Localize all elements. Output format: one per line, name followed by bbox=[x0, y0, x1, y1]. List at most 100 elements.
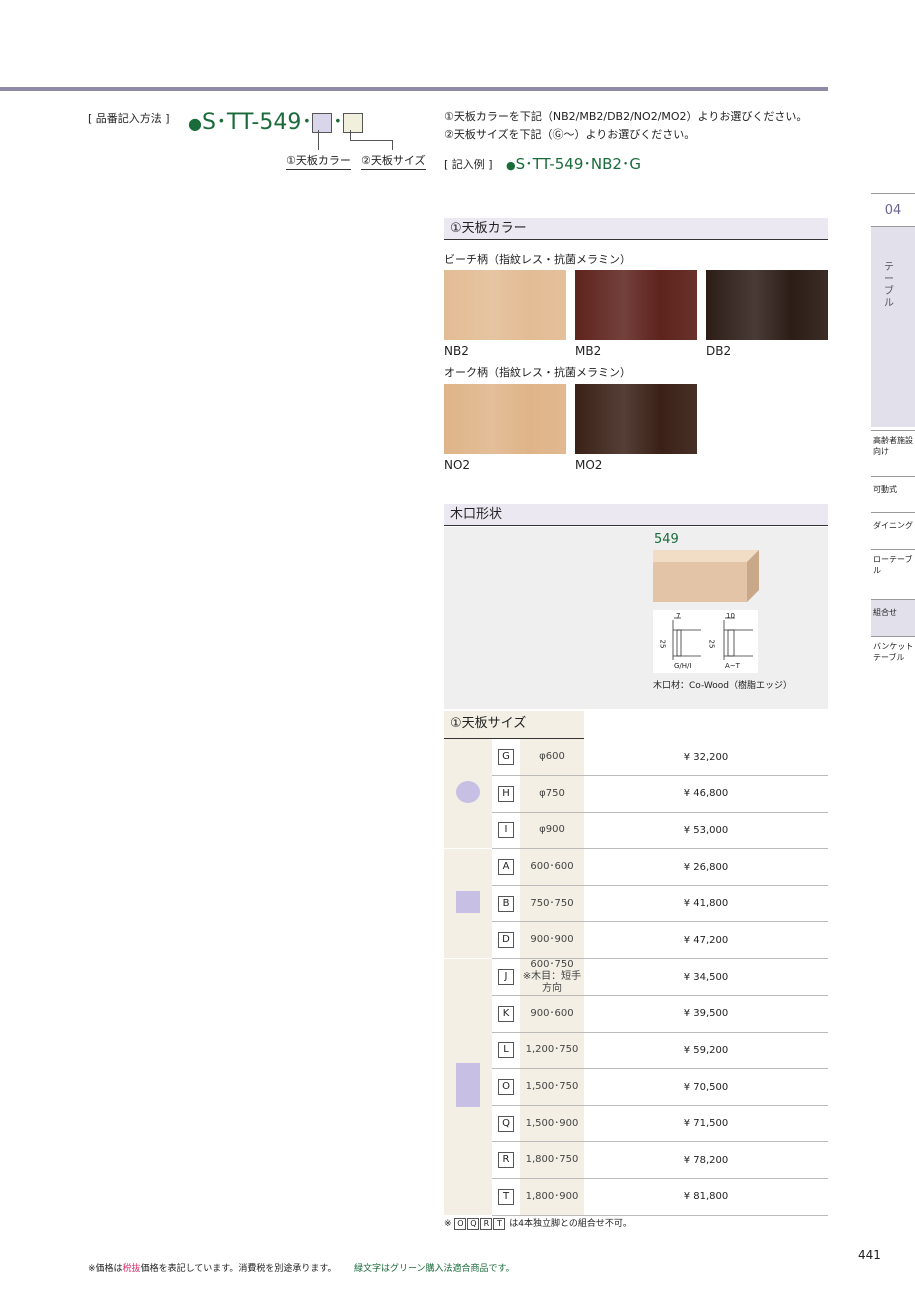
size-price: ¥ 71,500 bbox=[584, 1105, 828, 1143]
tax-note-highlight: 税抜 bbox=[122, 1264, 141, 1274]
size-code-cell: J bbox=[492, 958, 520, 997]
size-price: ¥ 47,200 bbox=[584, 921, 828, 960]
size-dim: 600･600 bbox=[530, 861, 574, 873]
size-dim-cell: φ900 bbox=[520, 812, 584, 850]
callout-line-color bbox=[318, 130, 319, 150]
footnote-codes: OQRT bbox=[454, 1218, 506, 1230]
chapter-label: テーブル bbox=[884, 262, 894, 309]
size-code-cell: A bbox=[492, 848, 520, 886]
table-row: B 750･750 ¥ 41,800 bbox=[444, 885, 828, 923]
size-code: J bbox=[498, 969, 514, 986]
edge-dim-a: 7 bbox=[676, 612, 681, 620]
model-code: ●S･TT-549･･ bbox=[188, 104, 364, 136]
size-code: R bbox=[498, 1152, 514, 1169]
chapter-tab[interactable] bbox=[871, 227, 915, 427]
instruction-2: ②天板サイズを下記（Ⓖ～）よりお選びください。 bbox=[444, 128, 696, 141]
table-row: Hφ750 ¥ 46,800 bbox=[444, 775, 828, 813]
sidebar-item-5[interactable]: バンケットテーブル bbox=[871, 636, 915, 672]
size-code: Q bbox=[498, 1115, 514, 1132]
square-shape-icon bbox=[456, 1063, 480, 1108]
swatch-nb2[interactable] bbox=[444, 270, 566, 340]
edge-material: 木口材：Co-Wood（樹脂エッジ） bbox=[653, 681, 792, 691]
callout-size: ②天板サイズ bbox=[361, 152, 426, 170]
sidebar-item-1[interactable]: 可動式 bbox=[871, 476, 915, 512]
round-shape-icon bbox=[456, 781, 480, 804]
tax-note: ※価格は税抜価格を表記しています。消費税を別途承ります。 bbox=[88, 1261, 337, 1274]
size-dim: 1,800･750 bbox=[525, 1154, 579, 1166]
edge-dim-b: 10 bbox=[726, 612, 735, 620]
size-code-cell: R bbox=[492, 1141, 520, 1180]
swatch-mb2[interactable] bbox=[575, 270, 697, 340]
size-price: ¥ 70,500 bbox=[584, 1068, 828, 1106]
swatch-label: NO2 bbox=[444, 458, 471, 472]
footnote-code: O bbox=[454, 1218, 467, 1230]
table-row: O 1,500･750 ¥ 70,500 bbox=[444, 1068, 828, 1106]
shape-group bbox=[444, 739, 492, 850]
shape-group bbox=[444, 958, 492, 1216]
example-code: S･TT-549･NB2･G bbox=[515, 155, 642, 173]
swatch-mo2[interactable] bbox=[575, 384, 697, 454]
tax-note-b: 価格を表記しています。消費税を別途承ります。 bbox=[140, 1264, 337, 1274]
size-price: ¥ 41,800 bbox=[584, 885, 828, 923]
sidebar-item-3[interactable]: ローテーブル bbox=[871, 549, 915, 599]
size-dim: φ750 bbox=[539, 787, 565, 799]
model-prefix: S･TT-549･ bbox=[201, 110, 313, 135]
example-label: [ 記入例 ] bbox=[444, 158, 493, 171]
size-code: A bbox=[498, 859, 514, 876]
size-price: ¥ 53,000 bbox=[584, 812, 828, 850]
size-dim-cell: 900･600 bbox=[520, 995, 584, 1033]
swatch-no2[interactable] bbox=[444, 384, 566, 454]
table-row: D 900･900 ¥ 47,200 bbox=[444, 921, 828, 960]
size-section-title: ①天板サイズ bbox=[444, 711, 584, 739]
edge-model: 549 bbox=[654, 532, 679, 547]
size-footnote: ※ OQRT は4本独立脚との組合せ不可。 bbox=[444, 1216, 632, 1230]
edge-board-illustration bbox=[653, 550, 759, 602]
size-dim: φ900 bbox=[539, 824, 565, 836]
callout-line-size-c bbox=[392, 140, 393, 150]
edge-profile-label-b: A~T bbox=[725, 662, 740, 670]
callout-line-size-b bbox=[350, 140, 392, 141]
size-dim-cell: 600･600 bbox=[520, 848, 584, 886]
size-price: ¥ 39,500 bbox=[584, 995, 828, 1033]
size-dim: φ600 bbox=[539, 751, 565, 763]
size-dim: 1,500･750 bbox=[525, 1081, 579, 1093]
swatch-db2[interactable] bbox=[706, 270, 828, 340]
shape-group bbox=[444, 848, 492, 960]
sidebar-item-4[interactable]: 組合せ bbox=[871, 599, 915, 636]
swatch-label: NB2 bbox=[444, 344, 469, 358]
size-dim: 1,800･900 bbox=[525, 1190, 579, 1202]
size-dim: 750･750 bbox=[530, 897, 574, 909]
color-placeholder-box bbox=[312, 113, 333, 133]
size-code: K bbox=[498, 1005, 514, 1022]
edge-dim-h-b: 25 bbox=[707, 639, 716, 649]
sidebar-item-2[interactable]: ダイニング bbox=[871, 512, 915, 549]
example-value: ●S･TT-549･NB2･G bbox=[506, 155, 642, 173]
size-code-cell: O bbox=[492, 1068, 520, 1106]
size-placeholder-box bbox=[343, 113, 364, 133]
size-note: ※木目：短手方向 bbox=[522, 971, 582, 995]
table-row: K 900･600 ¥ 39,500 bbox=[444, 995, 828, 1033]
size-code-cell: Q bbox=[492, 1105, 520, 1143]
size-dim-cell: 1,800･900 bbox=[520, 1178, 584, 1216]
size-code: D bbox=[498, 932, 514, 949]
swatch-label: DB2 bbox=[706, 344, 732, 358]
color-section-title: ①天板カラー bbox=[444, 218, 828, 240]
size-price-table: Gφ600 ¥ 32,200 Hφ750 ¥ 46,800 Iφ900 ¥ 53,000 A… bbox=[444, 739, 828, 1216]
model-separator: ･ bbox=[332, 110, 344, 135]
table-row: J 600･750 ※木目：短手方向 ¥ 34,500 bbox=[444, 958, 828, 1216]
size-dim: 900･900 bbox=[530, 934, 574, 946]
green-note: 緑文字はグリーン購入法適合商品です。 bbox=[354, 1264, 515, 1274]
table-row: Gφ600 ¥ 32,200 bbox=[444, 739, 828, 850]
size-code: T bbox=[498, 1188, 514, 1205]
size-dim-cell: 1,800･750 bbox=[520, 1141, 584, 1180]
size-dim-cell: 600･750 ※木目：短手方向 bbox=[520, 958, 584, 997]
table-row: Iφ900 ¥ 53,000 bbox=[444, 812, 828, 850]
size-code: O bbox=[498, 1079, 514, 1096]
size-code-cell: B bbox=[492, 885, 520, 923]
size-price: ¥ 34,500 bbox=[584, 958, 828, 997]
callout-color: ①天板カラー bbox=[286, 152, 351, 170]
size-code-cell: L bbox=[492, 1032, 520, 1070]
square-shape-icon bbox=[456, 891, 480, 914]
top-rule bbox=[0, 87, 828, 91]
sidebar-item-0[interactable]: 高齢者施設向け bbox=[871, 430, 915, 476]
